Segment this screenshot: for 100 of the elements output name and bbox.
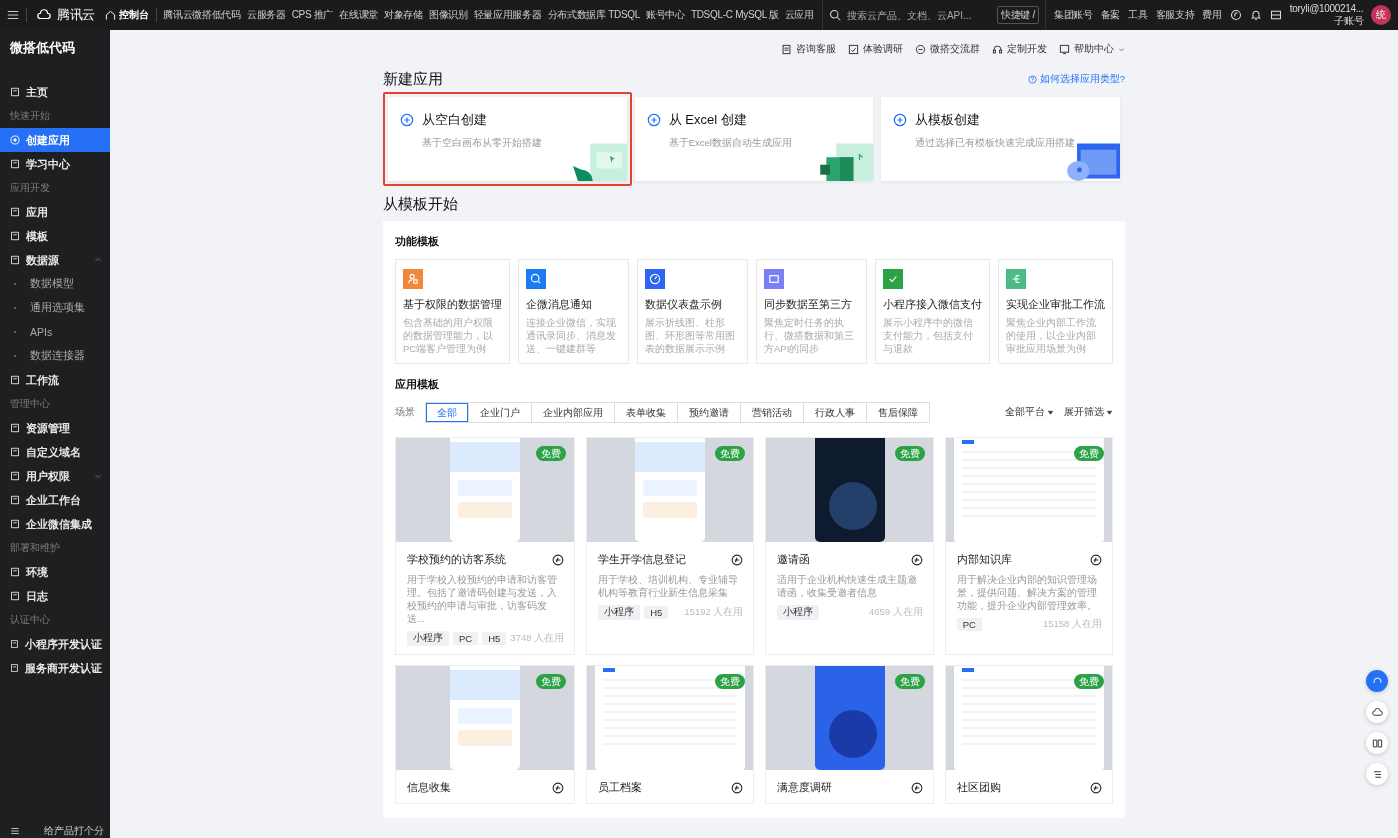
menu-icon[interactable] [6, 8, 20, 22]
app-template-card[interactable]: 免费 学校预约的访客系统 用于学校入校预约的申请和访客管理。包括了邀请码创建与发送，入校预约的申请与审批，访客码发送... 小程序 PC H5 3748 人在用 [395, 437, 576, 655]
nav-link[interactable]: 腾讯云微搭低代码 [163, 8, 241, 22]
sidebar-subitem[interactable]: 数据模型 [0, 272, 110, 296]
help-link[interactable]: 如何选择应用类型? [1027, 73, 1125, 86]
function-template-card[interactable]: 基于权限的数据管理 包含基础的用户权限的数据管理能力，以PC端客户管理为例 [395, 259, 510, 364]
product-title: 微搭低代码 [9, 40, 76, 57]
plus-circle-icon [646, 113, 661, 127]
monitor-icon [1059, 43, 1070, 55]
header-link[interactable]: 备案 [1100, 8, 1121, 22]
search-field[interactable]: 搜索云产品、文档、云API... [846, 9, 991, 21]
app-template-card[interactable]: 免费 内部知识库 用于解决企业内部的知识管理场景，提供问题、解决方案的管理功能，提升企业内部管理效率。 PC 15158 人在用 [944, 437, 1113, 655]
filter-tab[interactable]: 表单收集 [614, 403, 677, 422]
platform-tag: 小程序 [777, 605, 820, 620]
help-link[interactable]: 体验调研 [848, 42, 903, 56]
filter-tab[interactable]: 行政人事 [803, 403, 866, 422]
section-title: 从模板开始 [383, 195, 459, 214]
sidebar-item[interactable]: 工作流 [0, 368, 110, 392]
list-button[interactable] [1366, 763, 1388, 785]
nav-link[interactable]: 分布式数据库 TDSQL [547, 8, 641, 22]
create-option-card[interactable]: 从空白创建 基于空白画布从零开始搭建 [383, 92, 632, 186]
nav-link[interactable]: 轻量应用服务器 [473, 8, 542, 22]
header-link[interactable]: 集团账号 [1053, 8, 1093, 22]
user-avatar[interactable]: 统 [1371, 5, 1392, 25]
sidebar-item[interactable]: 应用 [0, 200, 110, 224]
sidebar-item[interactable]: 小程序开发认证 [0, 632, 110, 656]
app-template-card[interactable]: 免费 学生开学信息登记 用于学校、培训机构、专业辅导机构等教育行业新生信息采集 小程序 H5 15192 人在用 [586, 437, 755, 655]
sidebar-item[interactable]: 学习中心 [0, 152, 110, 176]
app-template-card[interactable]: 免费 满意度调研 [765, 665, 934, 804]
template-title: 员工档案 [598, 780, 643, 795]
shortcut-hint: 快捷键 / [996, 6, 1039, 24]
sidebar-item[interactable]: 主页 [0, 80, 110, 104]
section-label: 部署和维护 [9, 541, 61, 555]
nav-link[interactable]: 对象存储 [384, 8, 423, 22]
app-template-card[interactable]: 免费 员工档案 [586, 665, 755, 804]
sidebar-item[interactable]: 创建应用 [0, 128, 110, 152]
brand-name: 腾讯云 [57, 6, 96, 24]
help-link[interactable]: 微搭交流群 [915, 42, 980, 56]
filter-tab[interactable]: 营销活动 [740, 403, 803, 422]
sidebar-item[interactable]: 自定义域名 [0, 440, 110, 464]
filter-tab[interactable]: 售后保障 [866, 403, 929, 422]
inbox-icon[interactable] [1269, 9, 1282, 21]
nav-link[interactable]: 图像识别 [428, 8, 468, 22]
sidebar-item[interactable]: 服务商开发认证 [0, 656, 110, 680]
function-template-card[interactable]: 小程序接入微信支付 展示小程序中的微信支付能力，包括支付与退款 [875, 259, 990, 364]
sidebar-subitem[interactable]: 通用选项集 [0, 296, 110, 320]
header-link[interactable]: 工具 [1128, 8, 1148, 22]
function-template-card[interactable]: 实现企业审批工作流 聚焦企业内部工作流的使用，以企业内部审批应用场景为例 [998, 259, 1113, 364]
help-link[interactable]: 定制开发 [992, 42, 1047, 56]
template-description: 聚焦定时任务的执行、微搭数据和第三方API的同步 [764, 316, 855, 355]
usage-count: 3748 人在用 [510, 632, 565, 645]
collapse-icon[interactable] [10, 826, 20, 836]
free-badge: 免费 [715, 446, 746, 461]
user-name[interactable]: toryli@1000214... [1289, 3, 1364, 15]
expand-filter-button[interactable]: 展开筛选 [1064, 406, 1113, 419]
filter-tab[interactable]: 全部 [426, 403, 468, 422]
platform-dropdown[interactable]: 全部平台 [1005, 406, 1054, 419]
compass-icon[interactable] [1229, 9, 1242, 21]
header-link[interactable]: 客服支持 [1155, 8, 1195, 22]
app-template-card[interactable]: 免费 邀请函 适用于企业机构快速生成主题邀请函，收集受邀者信息 小程序 4659 人在用 [765, 437, 934, 655]
function-template-card[interactable]: 数据仪表盘示例 展示折线图、柱形图、环形图等常用图表的数据展示示例 [637, 259, 748, 364]
sidebar-item[interactable]: 日志 [0, 584, 110, 608]
sidebar-item[interactable]: 企业工作台 [0, 488, 110, 512]
bell-icon[interactable] [1249, 9, 1262, 21]
sidebar-item[interactable]: 用户权限 [0, 464, 110, 488]
sidebar-item[interactable]: 资源管理 [0, 416, 110, 440]
template-description: 用于学校、培训机构、专业辅导机构等教育行业新生信息采集 [598, 573, 740, 599]
filter-tab[interactable]: 企业内部应用 [531, 403, 614, 422]
section-label: 管理中心 [9, 397, 51, 411]
app-template-card[interactable]: 免费 信息收集 [395, 665, 576, 804]
nav-link[interactable]: 云服务器 [246, 8, 286, 22]
nav-link[interactable]: 在线课堂 [339, 8, 378, 22]
sidebar-item[interactable]: 企业微信集成 [0, 512, 110, 536]
nav-link[interactable]: CPS 推广 [291, 8, 334, 22]
nav-link[interactable]: 云应用 [784, 8, 814, 22]
page-icon [10, 207, 20, 217]
nav-link[interactable]: TDSQL-C MySQL 版 [690, 8, 779, 22]
filter-tab[interactable]: 预约邀请 [677, 403, 740, 422]
docs-button[interactable] [1366, 732, 1388, 754]
platform-icon [910, 553, 923, 566]
console-link[interactable]: 控制台 [105, 8, 149, 22]
help-link[interactable]: 帮助中心 [1059, 42, 1125, 56]
usage-count: 4659 人在用 [868, 606, 923, 619]
help-link[interactable]: 咨询客服 [781, 42, 836, 56]
sidebar-subitem[interactable]: APIs [0, 320, 110, 344]
page-icon [10, 231, 20, 241]
sidebar-item[interactable]: 环境 [0, 560, 110, 584]
platform-tag: 小程序 [407, 631, 449, 646]
filter-tab[interactable]: 企业门户 [468, 403, 531, 422]
platform-icon [552, 781, 565, 794]
cloud-button[interactable] [1366, 701, 1388, 723]
sidebar-item[interactable]: 数据源 [0, 248, 110, 272]
function-template-card[interactable]: 同步数据至第三方 聚焦定时任务的执行、微搭数据和第三方API的同步 [756, 259, 867, 364]
nav-link[interactable]: 账号中心 [646, 8, 685, 22]
support-button[interactable] [1366, 670, 1388, 692]
sidebar-item[interactable]: 模板 [0, 224, 110, 248]
app-template-card[interactable]: 免费 社区团购 [944, 665, 1113, 804]
header-link[interactable]: 费用 [1202, 8, 1222, 22]
sidebar-subitem[interactable]: 数据连接器 [0, 344, 110, 368]
rate-product-link[interactable]: 给产品打个分 [44, 824, 104, 838]
